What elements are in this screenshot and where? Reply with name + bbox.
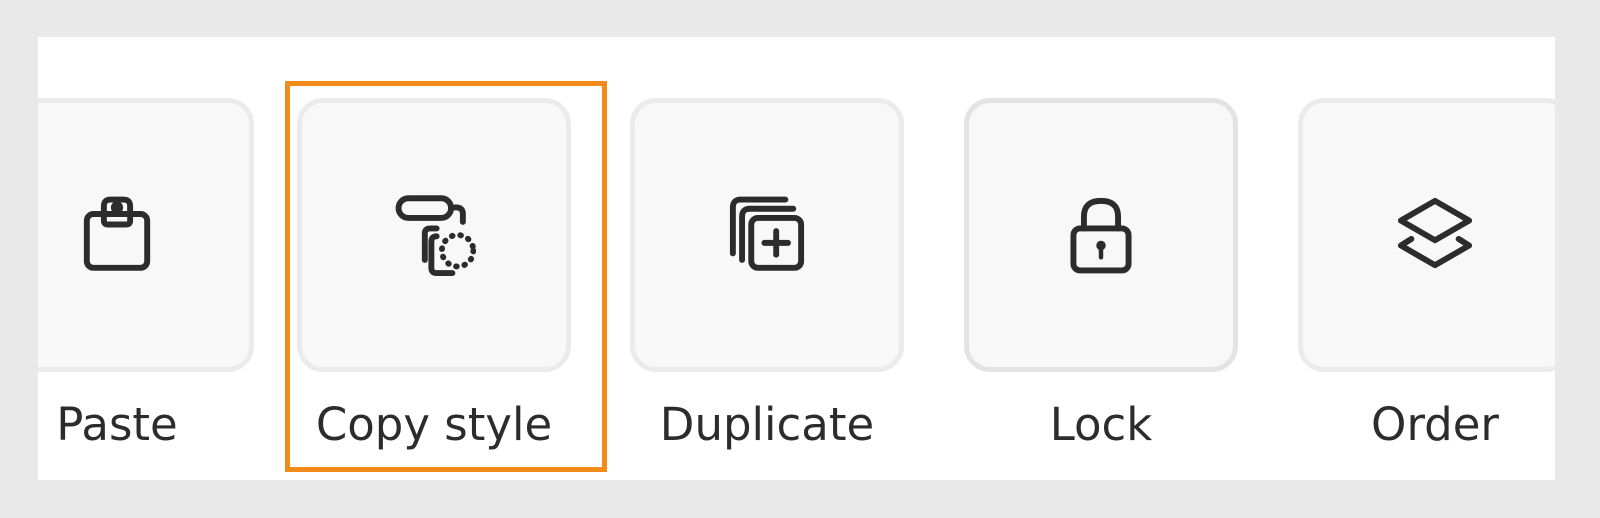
copy-style-tile[interactable] — [297, 98, 571, 372]
copy-style-action[interactable]: Copy style — [297, 37, 597, 480]
paste-tile[interactable] — [38, 98, 254, 372]
copy-style-label: Copy style — [315, 398, 553, 451]
duplicate-tile[interactable] — [630, 98, 904, 372]
quick-actions-panel: Paste Copy style Duplicate Lock Order — [38, 37, 1555, 480]
paint-roller-icon — [395, 195, 476, 277]
order-action[interactable]: Order — [1298, 37, 1555, 480]
duplicate-action[interactable]: Duplicate — [630, 37, 930, 480]
paste-label: Paste — [56, 398, 178, 451]
lock-tile[interactable] — [964, 98, 1238, 372]
lock-label: Lock — [1049, 398, 1153, 451]
lock-icon — [1070, 197, 1132, 274]
order-tile[interactable] — [1298, 98, 1555, 372]
lock-action[interactable]: Lock — [964, 37, 1264, 480]
order-label: Order — [1371, 398, 1499, 451]
paste-action[interactable]: Paste — [38, 37, 280, 480]
duplicate-icon — [729, 196, 805, 271]
clipboard-icon — [83, 196, 151, 271]
duplicate-label: Duplicate — [659, 398, 875, 451]
layers-icon — [1397, 197, 1473, 269]
